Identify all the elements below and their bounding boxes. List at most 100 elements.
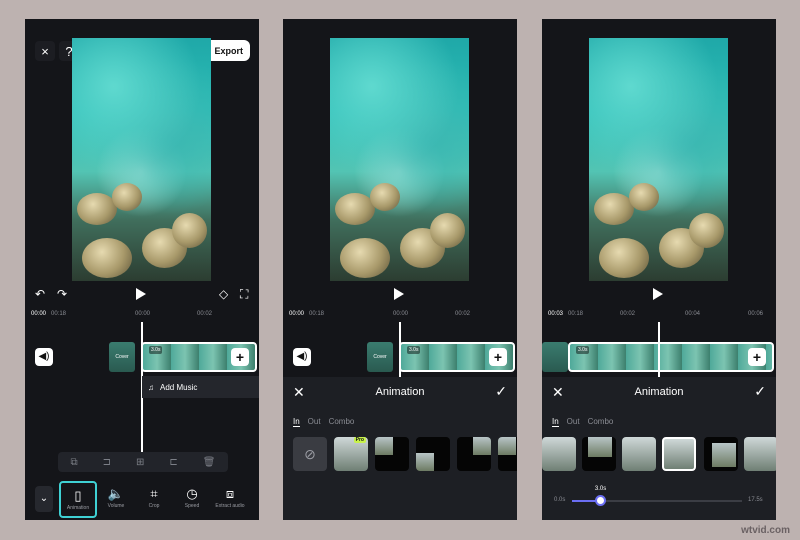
slider-value: 3.0s — [594, 486, 607, 492]
close-icon[interactable]: × — [35, 41, 55, 61]
add-clip-button[interactable]: + — [748, 348, 766, 366]
animation-tabs: In Out Combo — [552, 417, 613, 427]
animation-panel: ✕ Animation ✓ In Out Combo ⊘ Pro — [283, 377, 517, 520]
tab-in[interactable]: In — [293, 417, 300, 427]
split-icon[interactable]: ⊞ — [136, 457, 144, 468]
redo-icon[interactable]: ↷ — [57, 287, 67, 301]
add-music-button[interactable]: ♫ Add Music — [142, 376, 259, 398]
speed-icon: ◷ — [186, 486, 198, 501]
cover-thumbnail[interactable]: Cover — [367, 342, 393, 372]
animation-preset[interactable]: Pro — [334, 437, 368, 471]
cover-label: Cover — [115, 354, 129, 360]
collapse-chevron-icon[interactable]: ⌄ — [35, 486, 53, 512]
tool-label: Volume — [107, 503, 125, 509]
timeline-ruler: 00:00 00:18 00:00 00:02 — [25, 311, 259, 321]
mute-icon[interactable]: ◀) — [35, 348, 53, 366]
ruler-mark: 00:04 — [685, 311, 701, 317]
ruler-mark: 00:00 — [135, 311, 151, 317]
cover-thumbnail[interactable]: Cover — [109, 342, 135, 372]
video-preview[interactable] — [589, 38, 728, 281]
play-icon[interactable] — [653, 288, 663, 300]
crop-icon: ⌗ — [150, 486, 158, 501]
confirm-check-icon[interactable]: ✓ — [754, 383, 766, 400]
total-time: 00:18 — [51, 311, 67, 317]
tool-animation[interactable]: ▯ Animation — [59, 481, 97, 518]
tool-label: Animation — [66, 505, 90, 511]
extract-audio-icon: ⧈ — [225, 486, 235, 501]
play-icon[interactable] — [136, 288, 146, 300]
add-clip-button[interactable]: + — [489, 348, 507, 366]
animation-preset[interactable] — [704, 437, 738, 471]
animation-presets: ⊘ Pro — [283, 437, 517, 473]
animation-preset[interactable] — [542, 437, 576, 471]
duplicate-icon[interactable]: ⧉ — [70, 457, 77, 468]
add-music-label: Add Music — [160, 382, 198, 392]
tool-extract-audio[interactable]: ⧈ Extract audio — [211, 481, 249, 518]
clip-duration: 3.0s — [407, 346, 421, 354]
ruler-mark: 00:02 — [197, 311, 213, 317]
add-clip-button[interactable]: + — [231, 348, 249, 366]
tool-label: Speed — [184, 503, 200, 509]
playhead[interactable] — [399, 322, 401, 377]
export-label: Export — [214, 45, 244, 56]
animation-preset-selected[interactable] — [662, 437, 696, 471]
animation-preset[interactable] — [498, 437, 517, 471]
keyframe-icon[interactable]: ◇ — [219, 287, 228, 301]
cover-thumbnail[interactable] — [542, 342, 568, 372]
tool-speed[interactable]: ◷ Speed — [173, 481, 211, 518]
cover-label: Cover — [373, 354, 387, 360]
current-time: 00:00 — [289, 311, 305, 317]
panel-title: Animation — [634, 386, 684, 398]
animation-preset[interactable] — [744, 437, 776, 471]
total-time: 00:18 — [568, 311, 584, 317]
tab-combo[interactable]: Combo — [588, 417, 614, 427]
total-time: 00:18 — [309, 311, 325, 317]
slider-handle[interactable] — [595, 495, 607, 506]
tool-volume[interactable]: 🔈 Volume — [97, 481, 135, 518]
tool-crop[interactable]: ⌗ Crop — [135, 481, 173, 518]
undo-icon[interactable]: ↶ — [35, 287, 45, 301]
trim-left-icon[interactable]: ⊐ — [103, 457, 111, 468]
ruler-mark: 00:02 — [455, 311, 471, 317]
animation-preset[interactable] — [416, 437, 450, 471]
current-time: 00:00 — [31, 311, 47, 317]
ruler-mark: 00:02 — [620, 311, 636, 317]
tab-in[interactable]: In — [552, 417, 559, 427]
animation-icon: ▯ — [74, 488, 82, 503]
animation-tabs: In Out Combo — [293, 417, 354, 427]
watermark: wtvid.com — [741, 525, 790, 536]
tab-out[interactable]: Out — [308, 417, 321, 427]
trim-right-icon[interactable]: ⊏ — [169, 457, 177, 468]
animation-screen-in: 00:00 00:18 00:00 00:02 ◀) Cover 3.0s + … — [283, 19, 517, 520]
tab-combo[interactable]: Combo — [329, 417, 355, 427]
animation-panel: ✕ Animation ✓ In Out Combo 0.0s 3.0s 17.… — [542, 377, 776, 520]
current-time: 00:03 — [548, 311, 564, 317]
slider-max-label: 17.5s — [748, 497, 763, 503]
playback-controls: ↶ ↷ ◇ ⛶ — [25, 287, 259, 303]
timeline-ruler: 00:03 00:18 00:02 00:04 00:06 — [542, 311, 776, 321]
animation-preset[interactable] — [457, 437, 491, 471]
bottom-toolbar: ⌄ ▯ Animation 🔈 Volume ⌗ Crop ◷ Speed ⧈ … — [25, 481, 259, 520]
clip-edit-tools: ⧉ ⊐ ⊞ ⊏ 🗑 — [58, 452, 228, 472]
delete-icon[interactable]: 🗑 — [203, 457, 216, 468]
volume-icon: 🔈 — [107, 486, 125, 501]
ruler-mark: 00:06 — [748, 311, 764, 317]
play-icon[interactable] — [394, 288, 404, 300]
pro-badge: Pro — [353, 437, 366, 443]
video-clip[interactable]: 3.0s — [568, 342, 774, 372]
animation-preset[interactable] — [622, 437, 656, 471]
no-animation-icon[interactable]: ⊘ — [293, 437, 327, 471]
clip-duration: 3.0s — [149, 346, 163, 354]
playback-controls — [542, 287, 776, 303]
video-preview[interactable] — [330, 38, 469, 281]
tab-out[interactable]: Out — [567, 417, 580, 427]
animation-preset[interactable] — [582, 437, 616, 471]
animation-preset[interactable] — [375, 437, 409, 471]
playhead[interactable] — [658, 322, 660, 377]
panel-title: Animation — [375, 386, 425, 398]
fullscreen-icon[interactable]: ⛶ — [240, 287, 248, 302]
duration-slider[interactable]: 0.0s 3.0s 17.5s — [542, 486, 776, 511]
confirm-check-icon[interactable]: ✓ — [495, 383, 507, 400]
mute-icon[interactable]: ◀) — [293, 348, 311, 366]
video-preview[interactable] — [72, 38, 211, 281]
